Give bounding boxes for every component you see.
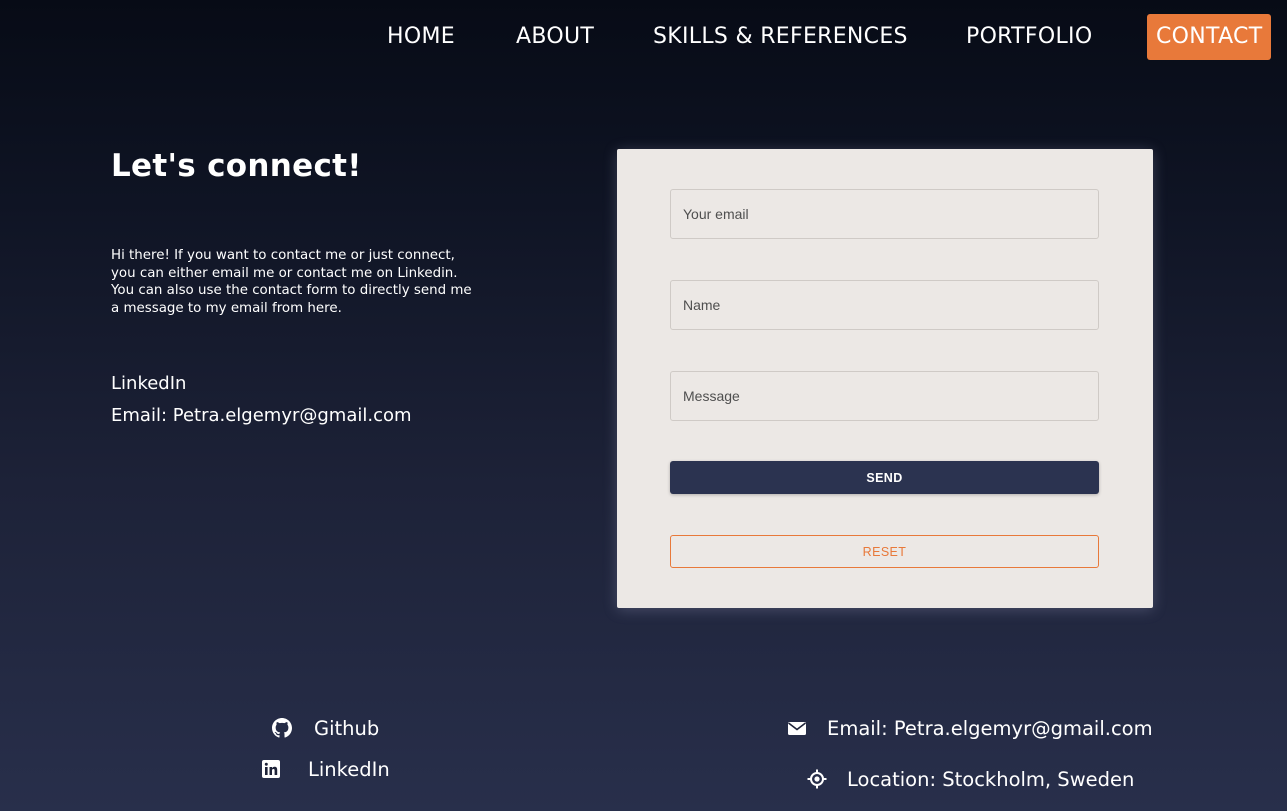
footer-linkedin-label: LinkedIn (308, 757, 390, 781)
message-field[interactable] (670, 371, 1099, 421)
linkedin-icon (261, 759, 281, 779)
intro-line: a message to my email from here. (111, 300, 342, 316)
send-button[interactable]: SEND (670, 461, 1099, 494)
github-icon (272, 718, 292, 738)
nav-about[interactable]: ABOUT (516, 14, 594, 60)
footer-email: Email: Petra.elgemyr@gmail.com (787, 716, 1153, 740)
footer-email-label: Email: Petra.elgemyr@gmail.com (827, 716, 1153, 740)
nav-home[interactable]: HOME (387, 14, 455, 60)
intro-line: Hi there! If you want to contact me or j… (111, 248, 455, 263)
nav-portfolio[interactable]: PORTFOLIO (966, 14, 1092, 60)
footer-github-link[interactable]: Github (272, 716, 379, 740)
footer-linkedin-link[interactable]: LinkedIn (261, 757, 390, 781)
intro-text: Hi there! If you want to contact me or j… (111, 247, 511, 317)
footer-location: Location: Stockholm, Sweden (807, 767, 1134, 791)
page-title: Let's connect! (111, 148, 362, 184)
envelope-icon (787, 718, 807, 738)
nav-skills-references[interactable]: SKILLS & REFERENCES (653, 14, 908, 60)
email-field[interactable] (670, 189, 1099, 239)
reset-button[interactable]: RESET (670, 535, 1099, 568)
nav-contact[interactable]: CONTACT (1147, 14, 1272, 60)
location-crosshair-icon (807, 769, 827, 789)
intro-line: you can either email me or contact me on… (111, 265, 458, 281)
email-text: Email: Petra.elgemyr@gmail.com (111, 405, 412, 426)
main-nav: HOME ABOUT SKILLS & REFERENCES PORTFOLIO… (0, 14, 1287, 60)
linkedin-link[interactable]: LinkedIn (111, 373, 186, 394)
intro-line: You can also use the contact form to dir… (111, 283, 472, 298)
footer-location-label: Location: Stockholm, Sweden (847, 767, 1135, 791)
contact-form: SEND RESET (617, 149, 1153, 608)
footer-github-label: Github (314, 716, 380, 740)
name-field[interactable] (670, 280, 1099, 330)
